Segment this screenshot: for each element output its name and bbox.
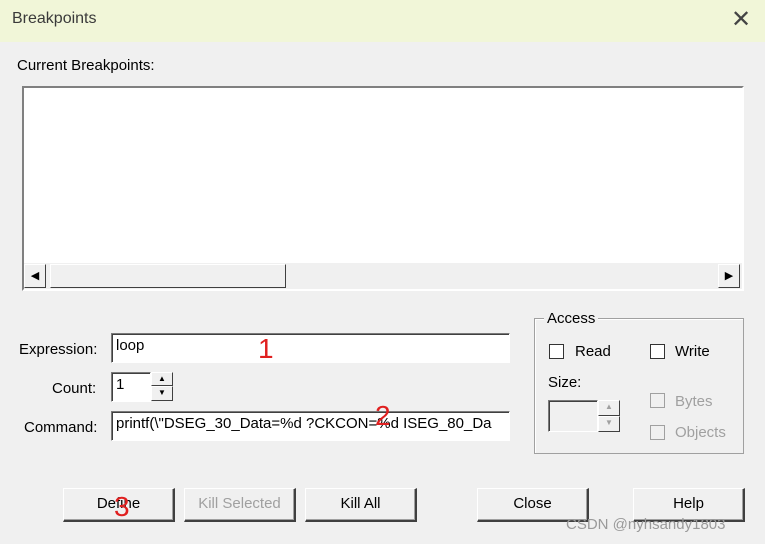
horizontal-scrollbar[interactable]: ◀ ▶ [24,263,742,289]
expression-label: Expression: [19,341,98,358]
size-down-icon: ▼ [598,416,620,432]
count-label: Count: [52,380,97,397]
write-checkbox[interactable] [650,344,665,359]
close-icon[interactable]: ✕ [730,7,752,33]
objects-label: Objects [675,424,726,441]
expression-input[interactable]: loop [111,333,510,363]
size-up-icon: ▲ [598,400,620,416]
command-label: Command: [24,419,98,436]
watermark: CSDN @nyhsandy1803 [566,516,726,533]
kill-all-button[interactable]: Kill All [305,488,417,522]
count-up-icon[interactable]: ▲ [151,372,173,386]
bytes-checkbox [650,393,665,408]
annotation-2: 2 [375,400,391,431]
help-button-label: Help [673,495,704,512]
count-down-icon[interactable]: ▼ [151,386,173,401]
annotation-1: 1 [258,333,274,364]
close-button-label: Close [513,495,552,512]
write-label[interactable]: Write [675,343,710,360]
access-group-title: Access [544,310,599,327]
count-input[interactable]: 1 [111,372,151,402]
scroll-right-icon[interactable]: ▶ [718,264,740,288]
size-label: Size: [548,374,582,391]
kill-all-label: Kill All [340,495,381,512]
breakpoints-listbox[interactable] [22,86,744,291]
title-bar [0,0,765,42]
window-title: Breakpoints [12,10,97,27]
kill-selected-label: Kill Selected [198,495,281,512]
objects-checkbox [650,425,665,440]
bytes-label: Bytes [675,393,713,410]
size-input [548,400,598,432]
read-label[interactable]: Read [575,343,611,360]
scroll-left-icon[interactable]: ◀ [24,264,46,288]
current-breakpoints-label: Current Breakpoints: [17,57,155,74]
command-input[interactable]: printf(\"DSEG_30_Data=%d ?CKCON=%d ISEG_… [111,411,510,441]
annotation-3: 3 [114,491,130,522]
scroll-thumb[interactable] [50,264,286,288]
read-checkbox[interactable] [549,344,564,359]
kill-selected-button: Kill Selected [184,488,296,522]
